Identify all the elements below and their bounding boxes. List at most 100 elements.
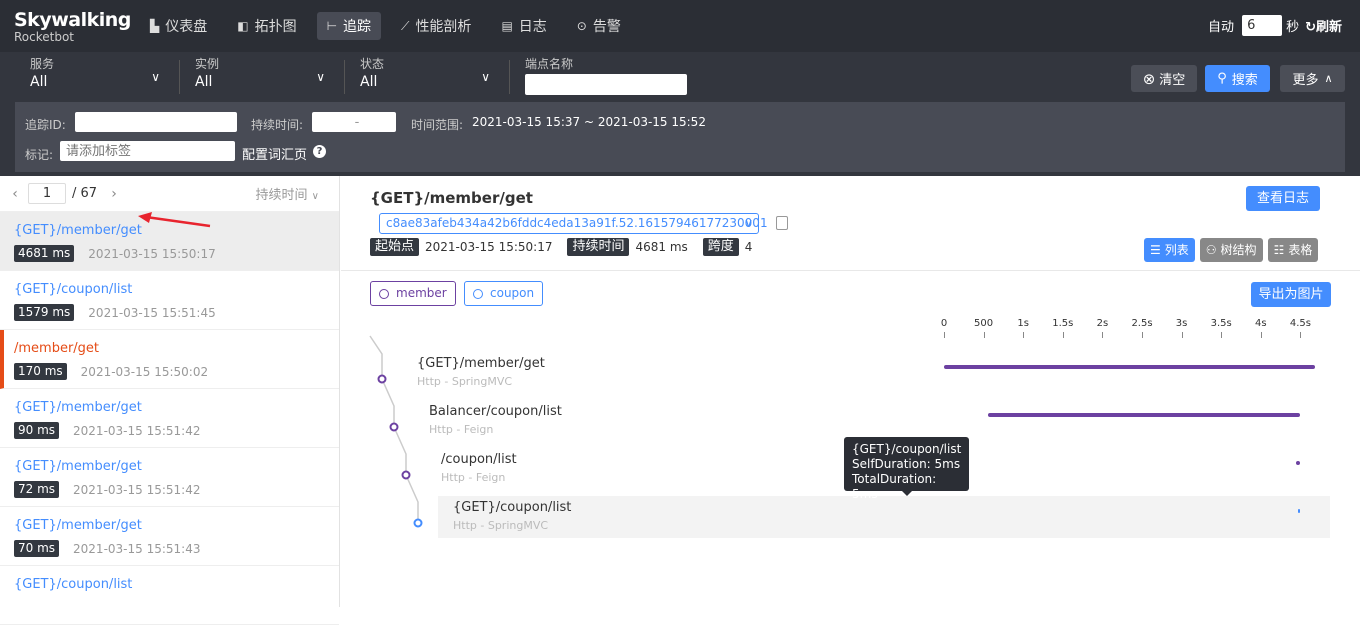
duration-value: 4681 ms (635, 240, 688, 254)
red-arrow-shaft (145, 215, 211, 228)
advanced-filters: 追踪ID: 持续时间: 时间范围: 2021-03-15 15:37 ~ 202… (15, 102, 1345, 172)
instance-value: All (195, 74, 213, 90)
trace-list-item[interactable]: /member/get 170 ms 2021-03-15 15:50:02 (0, 330, 339, 389)
span-duration-bar[interactable] (1298, 509, 1301, 513)
time-range-value[interactable]: 2021-03-15 15:37 ~ 2021-03-15 15:52 (472, 115, 706, 129)
span-node (389, 422, 399, 432)
status-select[interactable]: 状态 All ∨ (360, 58, 490, 90)
axis-tick-label: 0 (940, 318, 948, 329)
axis-tick (944, 332, 945, 338)
search-button[interactable]: ⚲ 搜索 (1205, 65, 1270, 92)
refresh-button[interactable]: ↻刷新 (1305, 16, 1342, 35)
span-duration-bar[interactable] (988, 413, 1300, 417)
circle-icon (379, 288, 389, 299)
prev-page-icon[interactable]: ‹ (6, 186, 24, 202)
span-duration-bar[interactable] (944, 365, 1315, 369)
view-log-button[interactable]: 查看日志 (1246, 186, 1320, 211)
nav-item[interactable]: ⊢ 追踪 (316, 12, 382, 40)
auto-interval-input[interactable] (1242, 15, 1283, 36)
circle-icon (473, 288, 483, 299)
axis-tick-label: 3.5s (1210, 318, 1232, 329)
duration-badge: 170 ms (14, 363, 67, 380)
trace-list-item[interactable]: {GET}/coupon/list (0, 566, 339, 625)
auto-refresh: 自动 秒 ↻刷新 (1208, 15, 1342, 36)
view-button[interactable]: ☰ 列表 (1144, 238, 1195, 262)
next-page-icon[interactable]: › (105, 186, 123, 202)
service-name: member (396, 286, 447, 300)
tags-input[interactable] (60, 141, 235, 161)
axis-tick-label: 2.5s (1131, 318, 1153, 329)
span-node (377, 374, 387, 384)
service-name: coupon (490, 286, 535, 300)
view-button[interactable]: ☷ 表格 (1267, 238, 1319, 262)
instance-label: 实例 (195, 57, 220, 71)
span-tag: 跨度 (702, 238, 739, 256)
main-nav: ▙ 仪表盘 ◧ 拓扑图 ⊢ 追踪 ⟋ 性能剖析 ▤ 日志 ⊙ 告警 (140, 12, 641, 40)
copy-icon[interactable] (776, 216, 788, 230)
refresh-icon: ↻ (1305, 20, 1316, 35)
nav-item[interactable]: ▤ 日志 (491, 12, 556, 40)
table-icon: ☷ (1273, 243, 1285, 257)
help-icon[interactable]: ? (313, 145, 326, 158)
axis-tick (983, 332, 985, 338)
span-name[interactable]: {GET}/member/get (417, 356, 545, 371)
nav-item[interactable]: ⊙ 告警 (567, 12, 631, 40)
axis-tick (1221, 332, 1223, 338)
search-label: 搜索 (1231, 73, 1258, 88)
span-node (401, 470, 411, 480)
trace-id-label: 追踪ID: (25, 118, 66, 132)
divider (509, 60, 510, 94)
more-button[interactable]: 更多 ∧ (1280, 65, 1345, 92)
trace-detail-panel: {GET}/member/get 查看日志 c8ae83afeb434a42b6… (341, 176, 1360, 607)
trace-meta-row: 90 ms 2021-03-15 15:51:42 (14, 422, 339, 439)
axis-tick-label: 500 (974, 318, 994, 329)
nav-item[interactable]: ⟋ 性能剖析 (391, 12, 481, 40)
export-image-button[interactable]: 导出为图片 (1251, 282, 1331, 307)
logo-title: Skywalking (14, 9, 131, 31)
service-legend-member[interactable]: member (370, 281, 456, 306)
trace-list-item[interactable]: {GET}/member/get 70 ms 2021-03-15 15:51:43 (0, 507, 339, 566)
nav-item-label: 性能剖析 (415, 19, 472, 35)
span-name[interactable]: {GET}/coupon/list (453, 500, 571, 515)
tooltip-self-duration: SelfDuration: 5ms (852, 457, 961, 471)
status-label: 状态 (360, 57, 385, 71)
duration-badge: 4681 ms (14, 245, 75, 262)
duration-label: 持续时间: (251, 118, 304, 132)
trace-timestamp: 2021-03-15 15:51:43 (73, 541, 201, 556)
clear-button[interactable]: ⊗ 清空 (1131, 65, 1197, 92)
nav-item[interactable]: ▙ 仪表盘 (140, 12, 217, 40)
view-button-label: 表格 (1288, 243, 1313, 257)
nav-item-label: 告警 (592, 19, 621, 35)
sort-select[interactable]: 持续时间 ∨ (256, 184, 319, 203)
trace-timestamp: 2021-03-15 15:51:42 (73, 482, 201, 497)
config-vocab-link[interactable]: 配置词汇页 (242, 144, 307, 163)
trace-list-item[interactable]: {GET}/member/get 72 ms 2021-03-15 15:51:42 (0, 448, 339, 507)
search-icon: ⚲ (1217, 71, 1227, 86)
start-value: 2021-03-15 15:50:17 (425, 240, 553, 254)
page-input[interactable]: 1 (28, 183, 66, 204)
view-button[interactable]: ⚇ 树结构 (1199, 238, 1263, 262)
trace-list-item[interactable]: {GET}/member/get 90 ms 2021-03-15 15:51:42 (0, 389, 339, 448)
more-label: 更多 (1292, 73, 1319, 88)
span-name[interactable]: /coupon/list (441, 452, 517, 467)
span-name[interactable]: Balancer/coupon/list (429, 404, 562, 419)
service-select[interactable]: 服务 All ∨ (30, 58, 160, 90)
span-duration-bar[interactable] (1295, 461, 1300, 465)
service-legend-coupon[interactable]: coupon (464, 281, 544, 306)
nav-item[interactable]: ◧ 拓扑图 (227, 12, 306, 40)
trace-list-item[interactable]: {GET}/coupon/list 1579 ms 2021-03-15 15:51… (0, 271, 339, 330)
chevron-down-icon: ∨ (481, 70, 490, 84)
axis-tick (1062, 332, 1064, 338)
divider (341, 270, 1360, 271)
duration-input[interactable] (312, 112, 396, 132)
instance-select[interactable]: 实例 All ∨ (195, 58, 325, 90)
trace-id-value: c8ae83afeb434a42b6fddc4eda13a91f.52.1615… (386, 216, 768, 230)
endpoint-input[interactable] (525, 74, 687, 95)
trace-id-select[interactable]: c8ae83afeb434a42b6fddc4eda13a91f.52.1615… (379, 213, 768, 234)
axis-tick-label: 4s (1255, 318, 1267, 329)
trace-id-input[interactable] (75, 112, 237, 132)
axis-tick (1023, 332, 1025, 338)
axis-tick-label: 4.5s (1289, 318, 1311, 329)
tooltip-caret (902, 491, 912, 496)
filter-panel: 服务 All ∨ 实例 All ∨ 状态 All ∨ 端点名称 ⊗ 清空 ⚲ 搜… (0, 52, 1360, 176)
